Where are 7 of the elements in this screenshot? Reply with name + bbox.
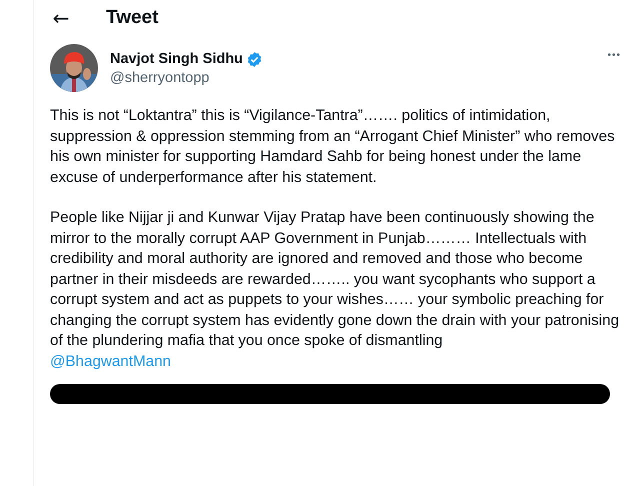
author-handle[interactable]: @sherryontopp bbox=[110, 70, 608, 86]
author-name[interactable]: Navjot Singh Sidhu bbox=[110, 51, 243, 67]
tweet-paragraph: People like Nijjar ji and Kunwar Vijay Pratap have been continuously showing the mirror to the morally corrupt AAP Government in Punjab……… Intellectuals with credibility and moral authority are ignored and removed and those who become partner in their misdeeds are rewarded…….. you want sycophants who support a corrupt system and act as puppets to your wishes…… your symbolic preaching for changing the corrupt system has evidently gone down the drain with your patronising of the plundering mafia that you once spoke of dismantling @BhagwantMann bbox=[50, 208, 620, 372]
tweet-paragraph: This is not “Loktantra” this is “Vigilance-Tantra”……. politics of intimidation, suppression & oppression stemming from an “Arrogant Chief Minister” who removes his own minister for supporting Hamdard Sahb for being honest under the lame excuse of underperformance after his statement. bbox=[50, 106, 616, 188]
page-title: Tweet bbox=[106, 7, 158, 29]
more-button[interactable]: ••• bbox=[607, 50, 621, 61]
back-button[interactable]: ← bbox=[50, 6, 72, 30]
